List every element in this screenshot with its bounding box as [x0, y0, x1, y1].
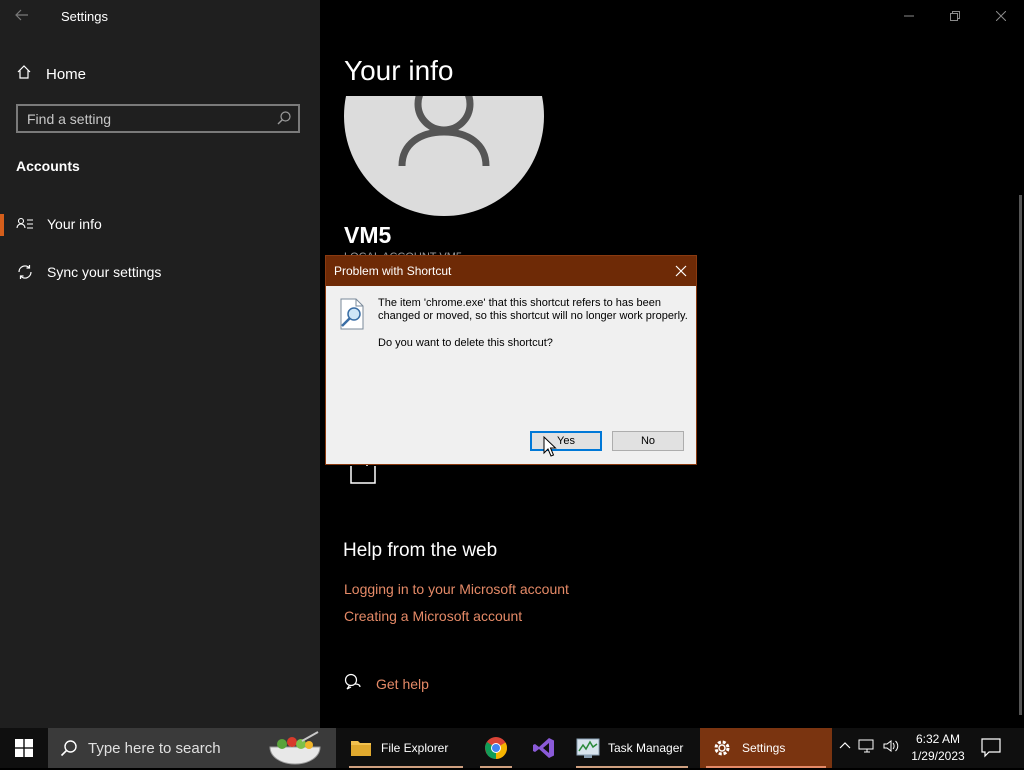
missing-shortcut-icon [338, 298, 366, 330]
help-heading: Help from the web [343, 540, 498, 561]
notification-icon[interactable] [980, 736, 1004, 760]
section-label-accounts: Accounts [16, 158, 80, 174]
network-icon[interactable] [858, 738, 876, 759]
taskbar-visual-studio[interactable] [522, 728, 566, 768]
chrome-icon [484, 736, 508, 760]
get-help-link[interactable]: Get help [344, 673, 429, 694]
nav-home-label: Home [46, 65, 87, 83]
person-list-icon [16, 215, 34, 233]
problem-with-shortcut-dialog: Problem with Shortcut The item 'chrome.e… [325, 255, 697, 465]
close-button[interactable] [978, 0, 1024, 32]
find-setting-search[interactable] [16, 104, 300, 133]
volume-icon[interactable] [882, 738, 900, 759]
sidebar-item-label: Your info [47, 216, 102, 232]
system-tray [838, 728, 900, 768]
dialog-message: The item 'chrome.exe' that this shortcut… [378, 297, 688, 322]
nav-home[interactable]: Home [16, 63, 86, 85]
taskbar-app-label: File Explorer [381, 741, 449, 755]
no-button[interactable]: No [612, 431, 684, 451]
start-button[interactable] [0, 728, 48, 768]
windows-logo-icon [15, 739, 33, 757]
chevron-up-icon[interactable] [838, 739, 852, 758]
window-controls [886, 0, 1024, 32]
mouse-cursor-icon [543, 435, 557, 458]
taskbar-clock[interactable]: 6:32 AM 1/29/2023 [904, 731, 972, 765]
dialog-question: Do you want to delete this shortcut? [378, 337, 553, 349]
taskbar-search-placeholder: Type here to search [88, 740, 221, 757]
search-icon [60, 739, 78, 757]
help-link-creating-account[interactable]: Creating a Microsoft account [344, 608, 522, 624]
back-arrow-icon[interactable] [14, 7, 34, 25]
sync-icon [16, 263, 34, 281]
taskbar-task-manager[interactable]: Task Manager [570, 728, 694, 768]
search-icon[interactable] [276, 110, 292, 126]
settings-nav-pane: Settings Home Accounts Your info Sync yo… [0, 0, 320, 728]
avatar [344, 96, 544, 216]
taskbar-app-label: Task Manager [608, 741, 684, 755]
sidebar-item-your-info[interactable]: Your info [0, 206, 320, 242]
dialog-close-icon[interactable] [670, 260, 692, 282]
yes-button[interactable]: Yes [530, 431, 602, 451]
window-titlebar: Settings [0, 0, 320, 32]
chat-help-icon [344, 673, 362, 694]
find-setting-input[interactable] [27, 110, 267, 128]
taskbar-file-explorer[interactable]: File Explorer [343, 728, 469, 768]
clock-time: 6:32 AM [915, 732, 961, 746]
taskbar: Type here to search File Explorer Task M… [0, 728, 1024, 768]
camera-icon[interactable] [350, 462, 376, 484]
app-title: Settings [61, 9, 108, 24]
person-silhouette-icon [398, 96, 490, 167]
help-link-logging-in[interactable]: Logging in to your Microsoft account [344, 581, 569, 597]
page-title: Your info [344, 55, 454, 86]
dialog-titlebar[interactable]: Problem with Shortcut [326, 256, 696, 286]
task-manager-icon [576, 736, 600, 760]
get-help-label: Get help [376, 675, 429, 692]
scrollbar[interactable] [1019, 195, 1022, 715]
gear-icon [710, 736, 734, 760]
sidebar-item-label: Sync your settings [47, 264, 162, 280]
home-icon [16, 64, 32, 84]
taskbar-chrome[interactable] [474, 728, 518, 768]
folder-icon [349, 736, 373, 760]
user-name: VM5 [344, 222, 392, 248]
visual-studio-icon [532, 736, 556, 760]
taskbar-search[interactable]: Type here to search [48, 728, 336, 768]
restore-button[interactable] [932, 0, 978, 32]
sidebar-item-sync-settings[interactable]: Sync your settings [0, 254, 320, 290]
taskbar-app-label: Settings [742, 741, 786, 755]
salad-bowl-icon [266, 731, 324, 765]
taskbar-settings[interactable]: Settings [700, 728, 832, 768]
minimize-button[interactable] [886, 0, 932, 32]
dialog-title: Problem with Shortcut [334, 264, 452, 278]
clock-date: 1/29/2023 [911, 749, 965, 763]
